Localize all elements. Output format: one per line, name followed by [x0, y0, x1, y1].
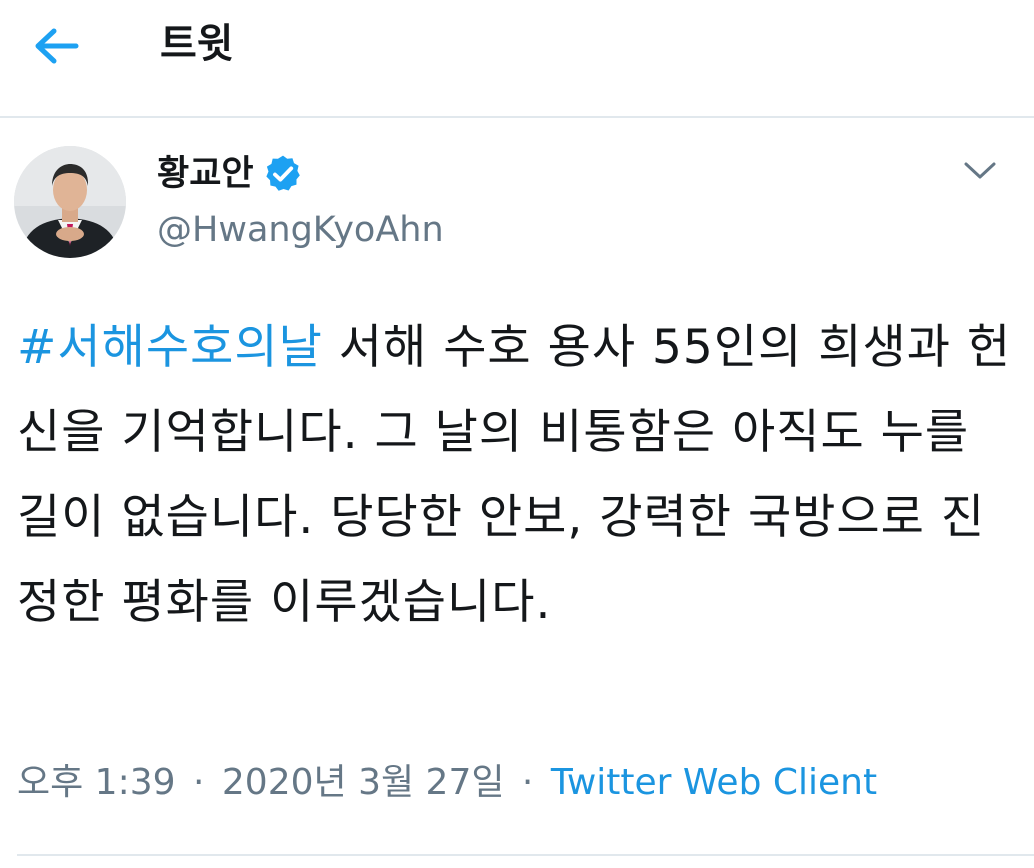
tweet-text: #서해수호의날 서해 수호 용사 55인의 희생과 헌신을 기억합니다. 그 날…	[17, 305, 1017, 645]
hashtag-link[interactable]: #서해수호의날	[17, 320, 323, 375]
arrow-left-icon	[35, 28, 79, 64]
tweet-date: 2020년 3월 27일	[221, 762, 505, 803]
display-name-row: 황교안	[157, 146, 444, 202]
tweet-meta: 오후 1:39 · 2020년 3월 27일 · Twitter Web Cli…	[17, 755, 877, 811]
verified-badge-icon	[262, 153, 304, 195]
top-bar: 트윗	[0, 0, 1034, 118]
chevron-down-icon	[964, 162, 996, 179]
meta-separator: ·	[521, 762, 534, 803]
tweet-menu-button[interactable]	[952, 148, 1008, 192]
handle[interactable]: @HwangKyoAhn	[157, 202, 444, 258]
back-button[interactable]	[26, 22, 86, 70]
meta-separator: ·	[192, 762, 205, 803]
profile-photo	[14, 146, 126, 258]
page-title: 트윗	[160, 21, 234, 67]
tweet-time: 오후 1:39	[17, 762, 176, 803]
author-block: 황교안 @HwangKyoAhn	[157, 146, 444, 258]
divider	[17, 854, 1034, 856]
avatar[interactable]	[14, 146, 126, 258]
display-name[interactable]: 황교안	[157, 146, 254, 202]
source-link[interactable]: Twitter Web Client	[551, 762, 877, 803]
